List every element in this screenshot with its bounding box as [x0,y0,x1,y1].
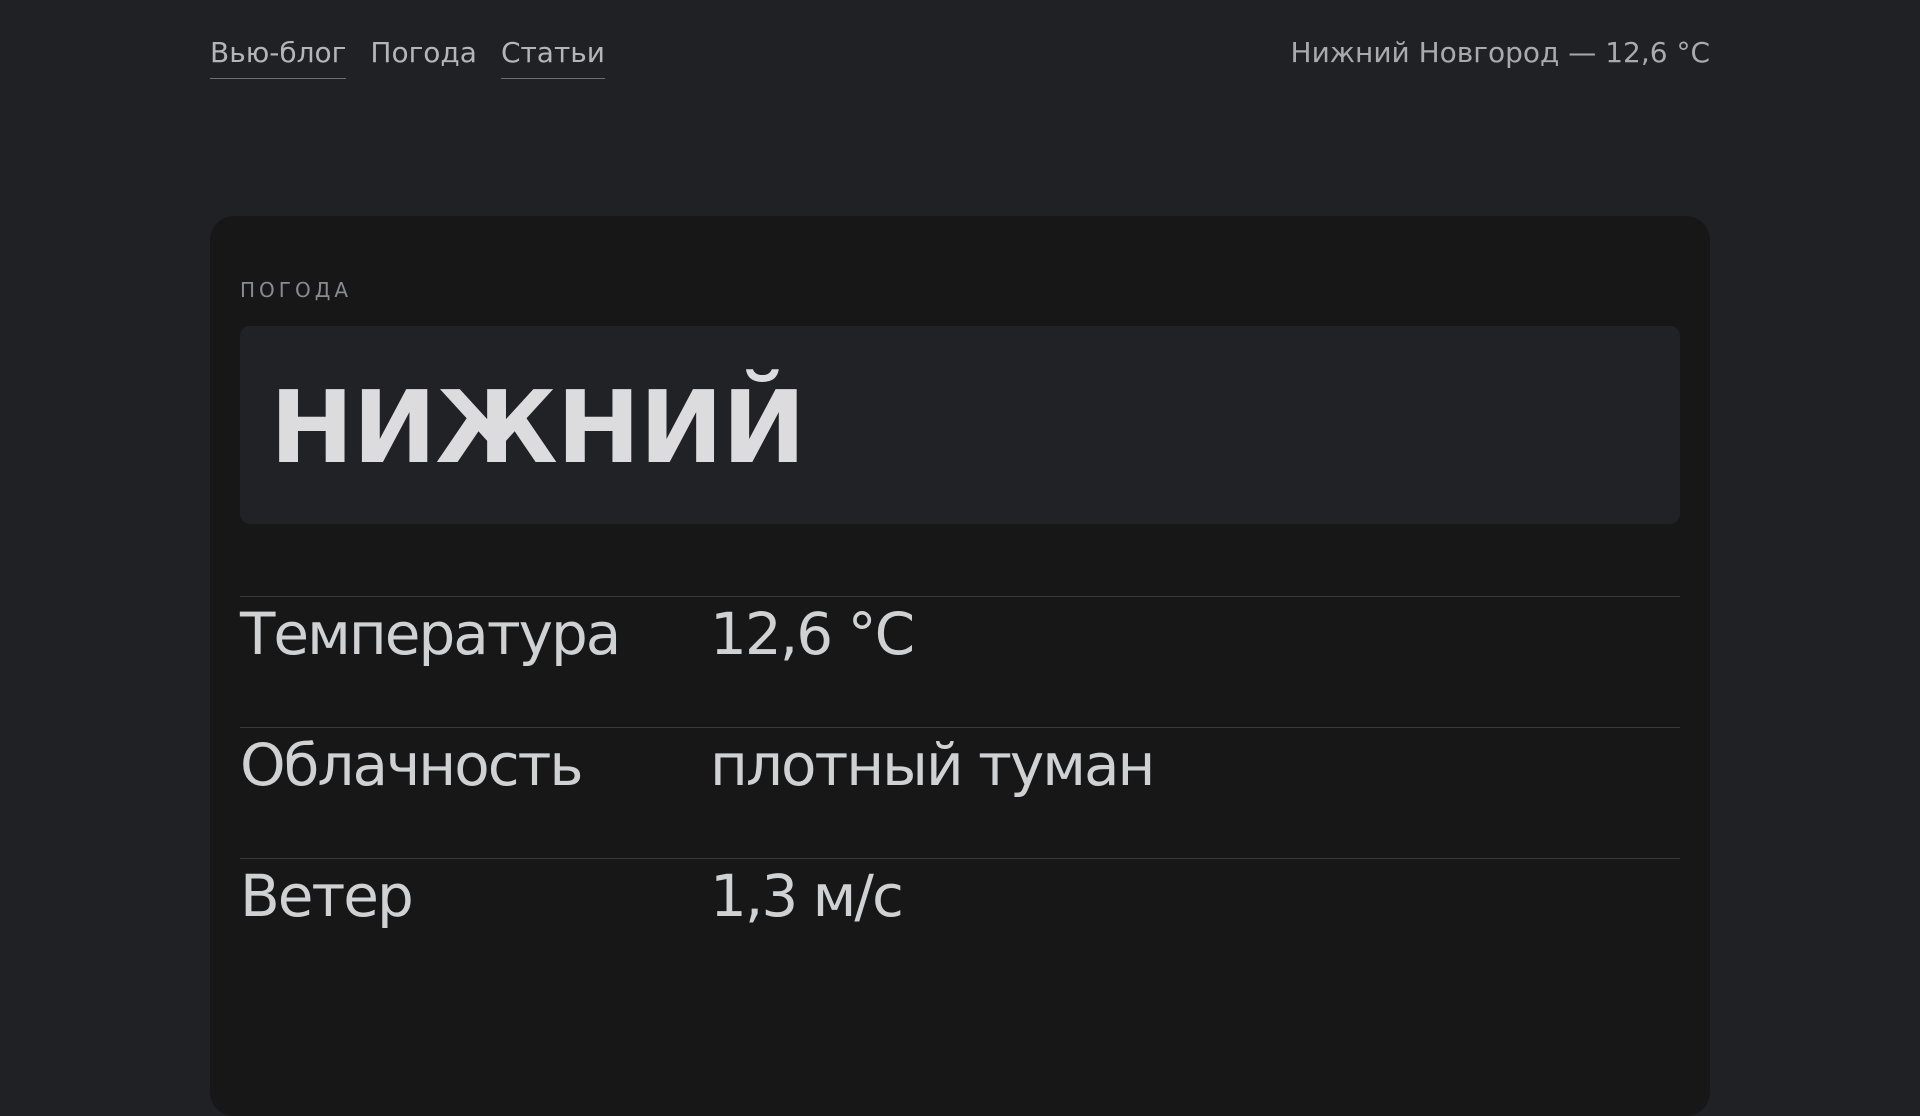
nav-link-vue-blog[interactable]: Вью-блог [210,34,347,79]
nav-link-weather[interactable]: Погода [370,34,477,79]
current-weather-summary: Нижний Новгород — 12,6 °C [1290,36,1710,69]
detail-label: Облачность [240,731,584,799]
detail-row-temperature: Температура 12,6 °C [240,596,1680,727]
city-title: НИЖНИЙ [270,369,806,486]
nav-link-articles[interactable]: Статьи [500,34,605,79]
weather-card: ПОГОДА НИЖНИЙ Температура 12,6 °C Облачн… [210,216,1710,1116]
detail-value: 1,3 м/с [710,862,904,930]
city-hero: НИЖНИЙ [240,326,1680,524]
top-bar: Вью-блог Погода Статьи Нижний Новгород —… [210,34,1710,80]
weather-details: Температура 12,6 °C Облачность плотный т… [240,596,1680,989]
detail-row-cloudiness: Облачность плотный туман [240,727,1680,858]
detail-label: Ветер [240,862,414,930]
detail-row-wind: Ветер 1,3 м/с [240,858,1680,989]
detail-value: плотный туман [710,731,1155,799]
main-nav: Вью-блог Погода Статьи [210,34,605,79]
detail-label: Температура [240,600,621,668]
detail-value: 12,6 °C [710,600,915,668]
section-eyebrow: ПОГОДА [240,278,353,302]
